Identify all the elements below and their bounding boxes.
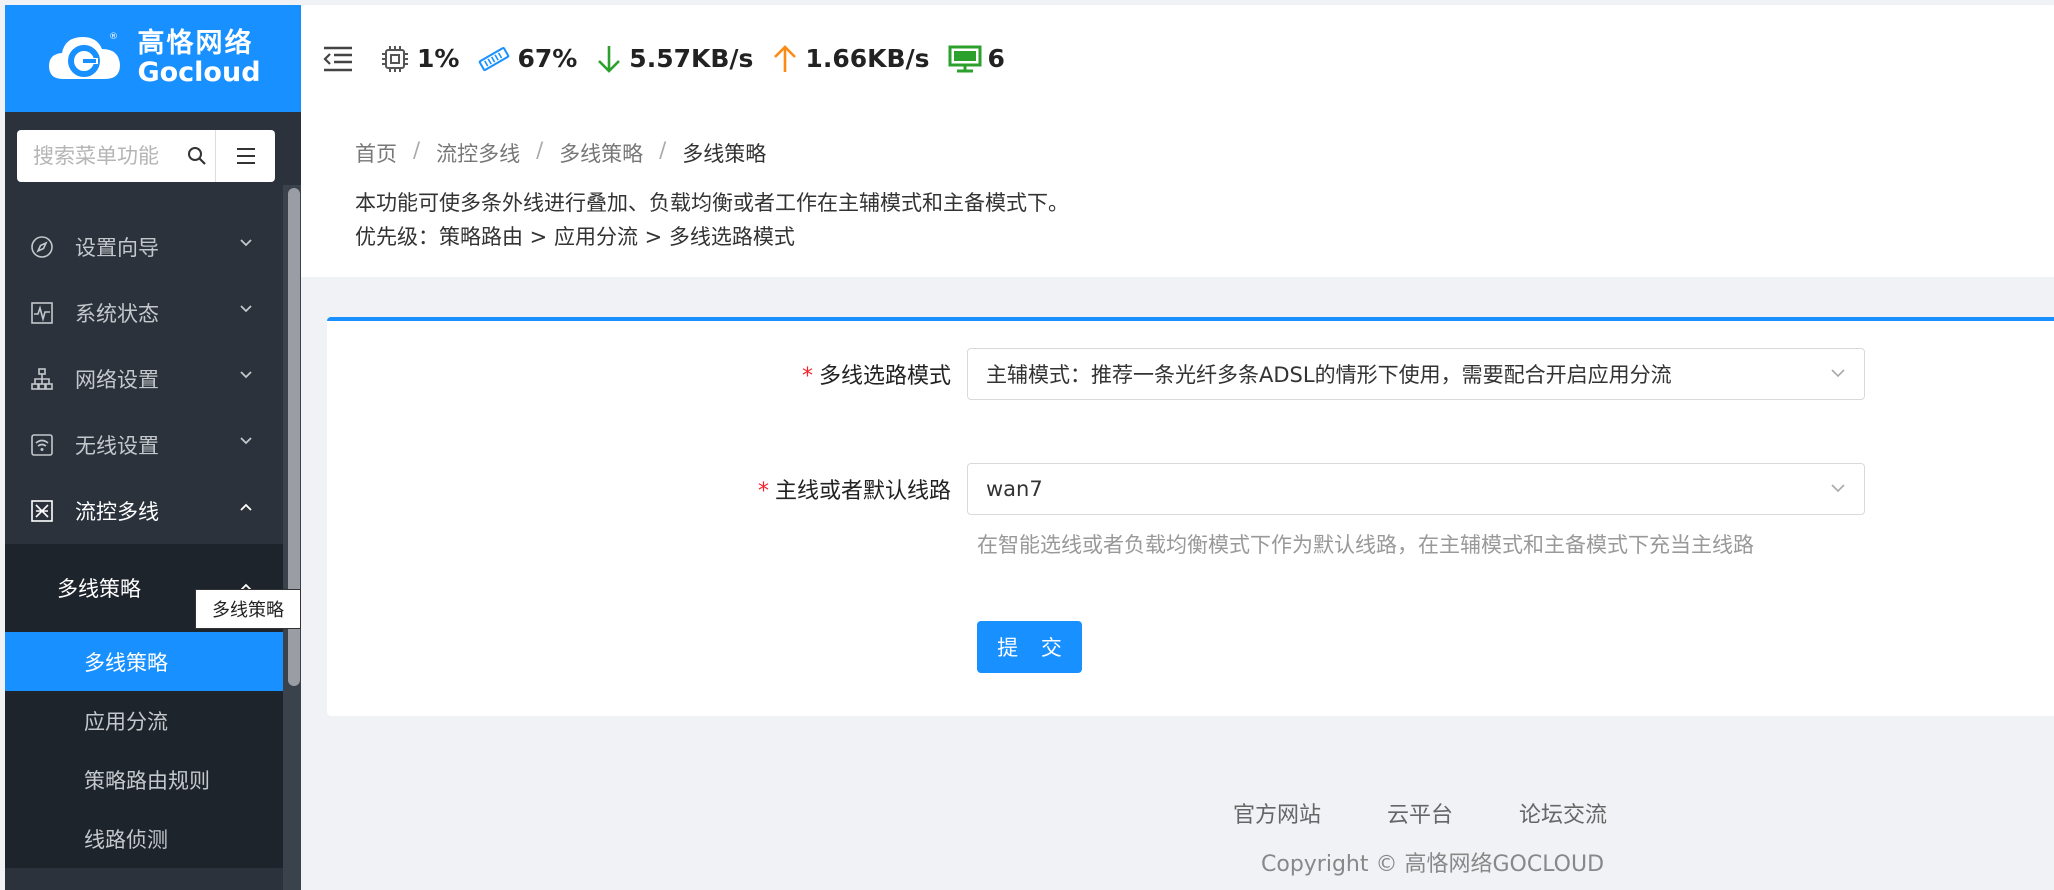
page-description: 本功能可使多条外线进行叠加、负载均衡或者工作在主辅模式和主备模式下。 优先级：策…: [355, 186, 2054, 254]
download-value: 5.57KB/s: [629, 44, 754, 73]
menu-search: [17, 130, 275, 182]
cloud-logo-icon: ®: [49, 32, 121, 79]
policy-form-card: * 多线选路模式 主辅模式：推荐一条光纤多条ADSL的情形下使用，需要配合开启应用…: [327, 317, 2054, 716]
chevron-down-icon: [1831, 484, 1845, 493]
sidebar-item-network-settings[interactable]: 网络设置: [5, 346, 283, 412]
line-label: * 主线或者默认线路: [327, 473, 967, 505]
memory-stat: 67%: [477, 44, 577, 74]
chevron-down-icon: [1831, 369, 1845, 378]
sidebar: ® 高恪网络 Gocloud 设置向导 系统状态: [5, 5, 301, 890]
list-icon: [236, 148, 255, 164]
required-mark: *: [757, 479, 769, 504]
memory-icon: [479, 46, 510, 71]
line-select-value: wan7: [986, 477, 1043, 501]
upload-stat: 1.66KB/s: [771, 43, 930, 75]
sidebar-item-label: 设置向导: [75, 236, 159, 260]
mode-label: * 多线选路模式: [327, 358, 967, 390]
upload-value: 1.66KB/s: [805, 44, 930, 73]
chevron-up-icon: [240, 503, 252, 511]
line-label-text: 主线或者默认线路: [774, 479, 951, 504]
breadcrumb-home[interactable]: 首页: [355, 138, 397, 168]
sidebar-subitem-policy-route-rules[interactable]: 策略路由规则: [5, 750, 283, 809]
sidebar-item-label: 网络设置: [75, 368, 159, 392]
devices-stat: 6: [948, 44, 1005, 74]
top-bar: 1% 67% 5.57KB/s 1.66KB/s 6: [301, 5, 2054, 112]
logo-text: 高恪网络 Gocloud: [137, 28, 261, 88]
monitor-icon: [948, 45, 982, 72]
arrow-up-icon: [774, 44, 797, 72]
breadcrumb-multiline-policy[interactable]: 多线策略: [559, 138, 643, 168]
footer-link-official-site[interactable]: 官方网站: [1233, 797, 1321, 829]
download-stat: 5.57KB/s: [595, 43, 753, 75]
arrow-down-icon: [598, 45, 621, 73]
required-mark: *: [801, 364, 813, 389]
copyright: Copyright © 高恪网络GOCLOUD: [1261, 852, 1605, 877]
breadcrumb-separator: /: [536, 138, 544, 162]
logo-name-cn: 高恪网络: [137, 28, 254, 60]
chevron-down-icon: [240, 305, 252, 313]
mode-select-value: 主辅模式：推荐一条光纤多条ADSL的情形下使用，需要配合开启应用分流: [986, 363, 1672, 387]
submenu-label: 多线策略: [57, 577, 141, 601]
sidebar-item-system-status[interactable]: 系统状态: [5, 280, 283, 346]
network-icon: [29, 366, 55, 392]
submit-button[interactable]: 提 交: [977, 621, 1082, 673]
sidebar-item-flow-control[interactable]: 流控多线: [5, 478, 283, 544]
logo[interactable]: ® 高恪网络 Gocloud: [5, 5, 301, 112]
breadcrumb-separator: /: [413, 138, 421, 162]
mode-select[interactable]: 主辅模式：推荐一条光纤多条ADSL的情形下使用，需要配合开启应用分流: [967, 348, 1865, 400]
menu-tooltip: 多线策略: [195, 589, 301, 629]
sidebar-menu: 设置向导 系统状态 网络设置 无线设置 流控多线 多线策略 多线策略 应用分流 …: [5, 214, 283, 868]
devices-value: 6: [987, 44, 1005, 73]
sidebar-subitem-app-split[interactable]: 应用分流: [5, 691, 283, 750]
line-select[interactable]: wan7: [967, 463, 1865, 515]
sidebar-item-label: 系统状态: [75, 302, 159, 326]
line-hint: 在智能选线或者负载均衡模式下作为默认线路，在主辅模式和主备模式下充当主线路: [977, 533, 1754, 557]
menu-list-button[interactable]: [215, 130, 275, 182]
sidebar-fold-icon[interactable]: [321, 44, 355, 74]
breadcrumb-current: 多线策略: [682, 142, 767, 166]
memory-value: 67%: [517, 44, 578, 73]
sidebar-item-wireless-settings[interactable]: 无线设置: [5, 412, 283, 478]
breadcrumb-separator: /: [659, 138, 667, 162]
chevron-down-icon: [240, 437, 252, 445]
logo-name-en: Gocloud: [137, 56, 261, 88]
chevron-down-icon: [240, 239, 252, 247]
mode-form-row: * 多线选路模式 主辅模式：推荐一条光纤多条ADSL的情形下使用，需要配合开启应用…: [327, 348, 1865, 400]
page-header: 首页 / 流控多线 / 多线策略 / 多线策略 本功能可使多条外线进行叠加、负载…: [301, 112, 2054, 277]
wifi-icon: [29, 432, 55, 458]
line-form-row: * 主线或者默认线路 wan7: [327, 463, 1865, 515]
sidebar-item-label: 流控多线: [75, 500, 159, 524]
menu-search-input[interactable]: [17, 130, 179, 182]
flow-control-icon: [29, 498, 55, 524]
sidebar-subitem-multiline-policy[interactable]: 多线策略: [5, 632, 283, 691]
cpu-icon: [382, 45, 408, 72]
breadcrumb: 首页 / 流控多线 / 多线策略 / 多线策略: [355, 138, 2054, 168]
sidebar-item-setup-wizard[interactable]: 设置向导: [5, 214, 283, 280]
cpu-stat: 1%: [379, 43, 459, 75]
search-icon[interactable]: [179, 130, 215, 182]
sidebar-item-label: 无线设置: [75, 434, 159, 458]
footer-link-forum[interactable]: 论坛交流: [1519, 797, 1607, 829]
svg-text:®: ®: [109, 32, 118, 42]
breadcrumb-flow-control[interactable]: 流控多线: [436, 138, 520, 168]
mode-label-text: 多线选路模式: [818, 364, 951, 389]
footer-links: 官方网站 云平台 论坛交流: [1233, 797, 1607, 829]
footer-link-cloud-platform[interactable]: 云平台: [1387, 797, 1453, 829]
compass-icon: [29, 234, 55, 260]
chevron-down-icon: [240, 371, 252, 379]
cpu-value: 1%: [417, 44, 460, 73]
sidebar-subitem-line-detection[interactable]: 线路侦测: [5, 809, 283, 868]
description-line: 本功能可使多条外线进行叠加、负载均衡或者工作在主辅模式和主备模式下。: [355, 191, 1069, 215]
pulse-icon: [29, 300, 55, 326]
priority-line: 优先级：策略路由 > 应用分流 > 多线选路模式: [355, 225, 795, 249]
